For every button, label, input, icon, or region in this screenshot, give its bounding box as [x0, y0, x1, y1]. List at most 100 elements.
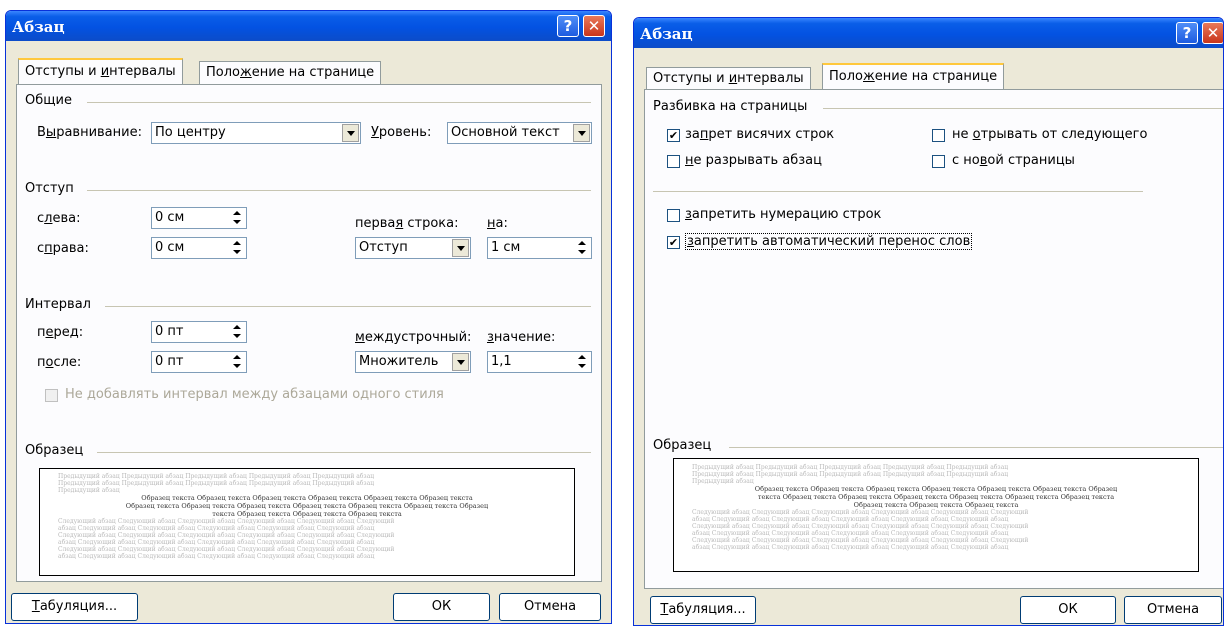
preview-next-line: Следующий абзац Следующий абзац Следующи… — [692, 537, 1029, 544]
close-button[interactable]: ✕ — [1202, 22, 1223, 44]
spin-down-icon[interactable] — [229, 218, 245, 228]
preview-prev-line: Предыдущий абзац Предыдущий абзац Предыд… — [692, 471, 1009, 478]
chevron-down-icon[interactable] — [342, 124, 359, 142]
chevron-down-icon[interactable] — [452, 353, 469, 371]
cancel-button[interactable]: Отмена — [1124, 596, 1222, 624]
tabs-button[interactable]: Табуляция... — [11, 593, 138, 621]
tab-indents-spacing[interactable]: Отступы и интервалы — [18, 58, 183, 84]
suppress-line-numbers-checkbox[interactable] — [667, 209, 680, 222]
tab-panel: Общие Выравнивание: По центру Уровень: О… — [16, 84, 602, 582]
spin-down-icon[interactable] — [229, 332, 245, 342]
close-button[interactable]: ✕ — [583, 15, 605, 37]
preview-next-line: абзац Следующий абзац Следующий абзац Сл… — [58, 553, 375, 560]
paragraph-dialog-pagination: Абзац ? ✕ Отступы и интервалы Положение … — [633, 17, 1224, 626]
line-spacing-at-field[interactable]: 1,1 — [487, 351, 592, 373]
spacing-after-label: после: — [37, 355, 82, 370]
no-space-same-style-checkbox[interactable] — [45, 389, 58, 402]
preview-next-line: Следующий абзац Следующий абзац Следующи… — [58, 532, 395, 539]
preview-box: Предыдущий абзац Предыдущий абзац Предыд… — [673, 458, 1199, 572]
spin-buttons[interactable] — [229, 208, 245, 228]
tab-line-page-breaks[interactable]: Положение на странице — [199, 61, 382, 84]
indent-right-label: справа: — [37, 241, 89, 256]
dont-hyphenate-label: запретить автоматический перенос слов — [685, 233, 973, 250]
keep-with-next-checkbox[interactable] — [932, 129, 945, 142]
indent-left-label: слева: — [37, 211, 81, 226]
preview-prev-line: Предыдущий абзац — [692, 478, 754, 485]
spin-up-icon[interactable] — [574, 352, 590, 362]
tab-indents-spacing[interactable]: Отступы и интервалы — [646, 67, 811, 90]
alignment-label: Выравнивание: — [37, 125, 142, 140]
spin-up-icon[interactable] — [229, 352, 245, 362]
chevron-down-icon[interactable] — [573, 124, 590, 142]
chevron-down-icon[interactable] — [452, 239, 469, 257]
group-heading-general: Общие — [25, 93, 72, 108]
preview-sample-line: Образец текста Образец текста Образец те… — [125, 502, 489, 510]
group-heading-spacing: Интервал — [25, 297, 91, 312]
preview-next-line: абзац Следующий абзац Следующий абзац Сл… — [692, 516, 1009, 523]
alignment-select[interactable]: По центру — [151, 122, 361, 144]
keep-lines-together-label: не разрывать абзац — [685, 153, 822, 168]
ok-button[interactable]: ОК — [393, 593, 490, 621]
cancel-button[interactable]: Отмена — [499, 593, 601, 621]
first-line-select[interactable]: Отступ — [355, 237, 471, 259]
preview-prev-line: Предыдущий абзац Предыдущий абзац Предыд… — [692, 464, 1009, 471]
divider — [87, 102, 591, 103]
group-heading-preview: Образец — [653, 438, 712, 453]
preview-next-line: абзац Следующий абзац Следующий абзац Сл… — [692, 530, 1009, 537]
page-break-before-checkbox[interactable] — [932, 155, 945, 168]
ok-button[interactable]: ОК — [1020, 596, 1116, 624]
help-button[interactable]: ? — [557, 15, 579, 37]
spin-buttons[interactable] — [229, 238, 245, 258]
spin-buttons[interactable] — [574, 352, 590, 372]
indent-right-field[interactable]: 0 см — [151, 237, 247, 259]
preview-sample-line: текста Образец текста Образец текста Обр… — [212, 510, 402, 518]
widow-control-label: запрет висячих строк — [685, 127, 835, 142]
preview-sample-line: Образец текста Образец текста Образец те… — [141, 494, 473, 502]
preview-prev-line: Предыдущий абзац Предыдущий абзац Предыд… — [58, 473, 375, 480]
preview-next-line: Следующий абзац Следующий абзац Следующи… — [692, 523, 1029, 530]
spin-down-icon[interactable] — [574, 248, 590, 258]
preview-sample-line: текста Образец текста Образец текста Обр… — [757, 493, 1115, 501]
indent-left-field[interactable]: 0 см — [151, 207, 247, 229]
spacing-after-field[interactable]: 0 пт — [151, 351, 247, 373]
divider — [97, 452, 591, 453]
spin-buttons[interactable] — [229, 322, 245, 342]
spin-buttons[interactable] — [574, 238, 590, 258]
keep-lines-together-checkbox[interactable] — [667, 155, 680, 168]
dont-hyphenate-checkbox[interactable]: ✔ — [667, 236, 680, 249]
spin-up-icon[interactable] — [229, 238, 245, 248]
dialog-title: Абзац — [640, 25, 693, 43]
preview-sample-line: Образец текста Образец текста Образец те… — [754, 485, 1118, 493]
tabs-button[interactable]: Табуляция... — [650, 596, 756, 624]
spin-up-icon[interactable] — [574, 238, 590, 248]
spin-down-icon[interactable] — [229, 248, 245, 258]
preview-prev-line: Предыдущий абзац Предыдущий абзац Предыд… — [58, 480, 375, 487]
divider — [729, 447, 1223, 448]
spin-buttons[interactable] — [229, 352, 245, 372]
keep-with-next-label: не отрывать от следующего — [952, 127, 1148, 142]
help-button[interactable]: ? — [1176, 22, 1198, 44]
first-line-by-field[interactable]: 1 см — [487, 237, 592, 259]
spin-down-icon[interactable] — [229, 362, 245, 372]
line-spacing-select[interactable]: Множитель — [355, 351, 471, 373]
divider — [87, 190, 591, 191]
widow-control-checkbox[interactable]: ✔ — [667, 129, 680, 142]
line-spacing-at-label: значение: — [487, 330, 556, 345]
first-line-by-label: на: — [487, 216, 508, 231]
spin-up-icon[interactable] — [229, 322, 245, 332]
spin-up-icon[interactable] — [229, 208, 245, 218]
preview-box: Предыдущий абзац Предыдущий абзац Предыд… — [39, 468, 575, 576]
spacing-before-field[interactable]: 0 пт — [151, 321, 247, 343]
spacing-before-label: перед: — [37, 325, 84, 340]
preview-next-line: абзац Следующий абзац Следующий абзац Сл… — [692, 544, 1009, 551]
title-bar[interactable]: Абзац ? ✕ — [634, 18, 1223, 48]
outline-level-select[interactable]: Основной текст — [447, 122, 592, 144]
group-heading-pagination: Разбивка на страницы — [653, 99, 808, 114]
spin-down-icon[interactable] — [574, 362, 590, 372]
preview-next-line: Следующий абзац Следующий абзац Следующи… — [692, 509, 1029, 516]
preview-prev-line: Предыдущий абзац — [58, 487, 120, 494]
divider — [653, 191, 1143, 192]
divider — [105, 306, 591, 307]
tab-line-page-breaks[interactable]: Положение на странице — [822, 63, 1005, 89]
title-bar[interactable]: Абзац ? ✕ — [6, 11, 611, 41]
